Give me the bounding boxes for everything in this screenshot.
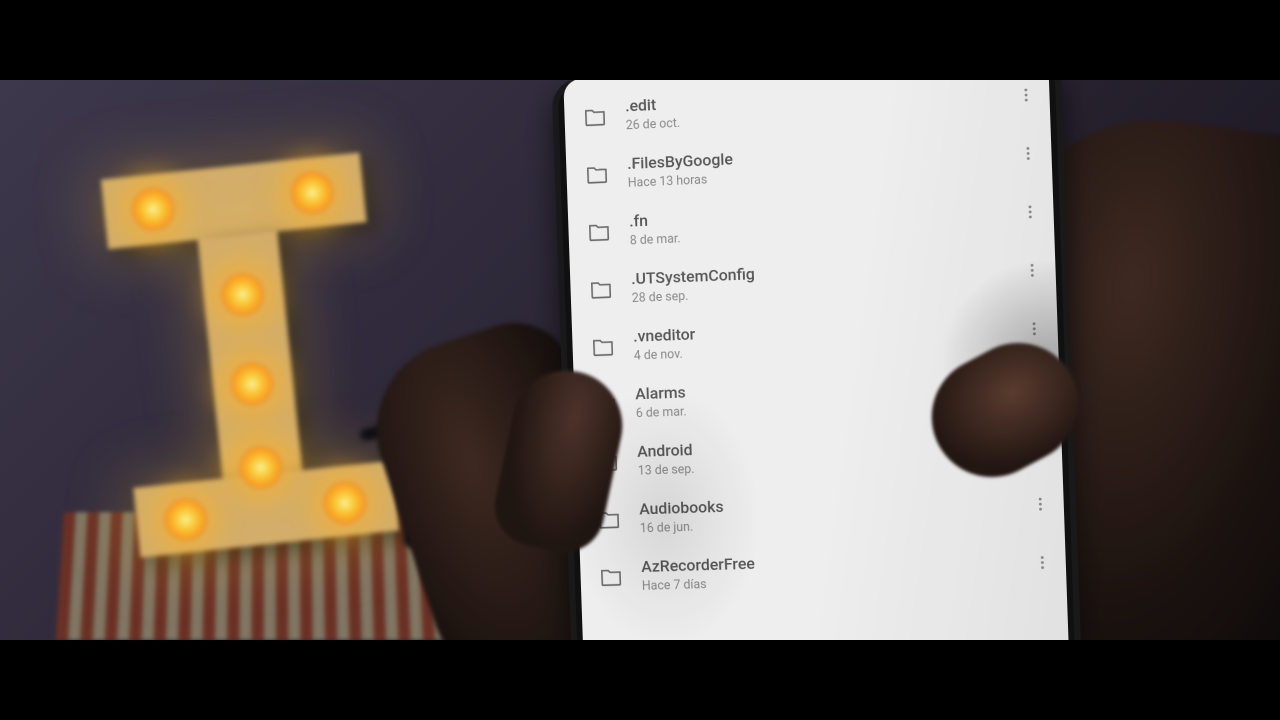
letterbox-top <box>0 0 1280 80</box>
folder-icon <box>586 220 612 243</box>
more-icon[interactable] <box>1017 262 1048 283</box>
photo-background: .edit26 de oct..FilesByGoogleHace 13 hor… <box>0 80 1280 640</box>
more-icon[interactable] <box>1013 145 1044 166</box>
folder-icon <box>582 105 608 128</box>
folder-icon <box>588 278 614 301</box>
letterbox-bottom <box>0 640 1280 720</box>
more-icon[interactable] <box>1019 320 1050 341</box>
more-icon[interactable] <box>1015 203 1046 224</box>
folder-icon <box>590 335 616 358</box>
more-icon[interactable] <box>1027 554 1058 575</box>
marquee-letter-i <box>101 152 399 557</box>
more-icon[interactable] <box>1011 86 1042 108</box>
folder-icon <box>584 163 610 186</box>
more-icon[interactable] <box>1025 496 1056 517</box>
folder-icon <box>598 566 624 589</box>
file-list[interactable]: .edit26 de oct..FilesByGoogleHace 13 hor… <box>563 80 1067 610</box>
